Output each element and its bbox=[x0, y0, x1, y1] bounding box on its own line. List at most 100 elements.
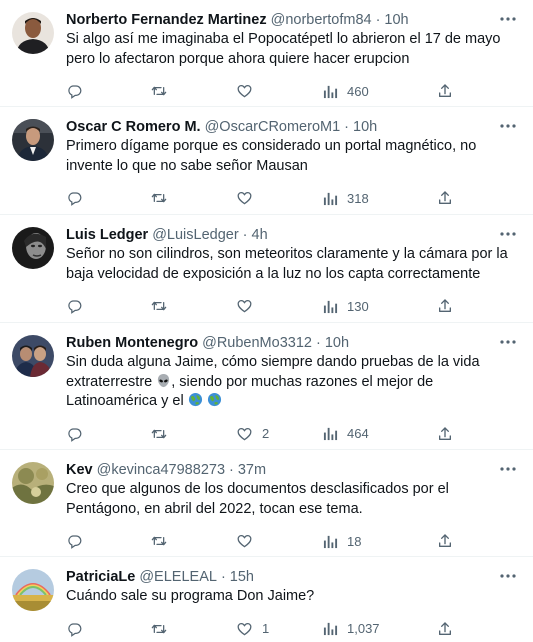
more-icon[interactable] bbox=[497, 458, 519, 480]
more-icon[interactable] bbox=[497, 223, 519, 245]
share-icon bbox=[439, 426, 451, 440]
share-icon bbox=[439, 299, 451, 312]
author-name[interactable]: Oscar C Romero M. bbox=[66, 119, 201, 135]
reply-icon bbox=[68, 427, 82, 442]
views-button[interactable]: 18 bbox=[323, 534, 437, 549]
like-button[interactable]: 2 bbox=[236, 426, 323, 442]
author-handle[interactable]: @norbertofm84 bbox=[271, 12, 372, 28]
author-handle[interactable]: @ELELEAL bbox=[139, 569, 217, 585]
more-icon[interactable] bbox=[497, 331, 519, 353]
views-button[interactable]: 464 bbox=[323, 426, 437, 441]
views-button[interactable]: 130 bbox=[323, 299, 437, 314]
timestamp[interactable]: 15h bbox=[230, 569, 254, 585]
view-count: 460 bbox=[347, 83, 369, 99]
share-button[interactable] bbox=[437, 190, 453, 206]
avatar[interactable] bbox=[12, 227, 54, 269]
like-icon bbox=[237, 622, 252, 635]
views-icon bbox=[323, 622, 338, 636]
retweet-button[interactable] bbox=[150, 621, 236, 637]
tweet[interactable]: Oscar C Romero M. @OscarCRomeroM1 · 10h … bbox=[0, 107, 533, 215]
tweet-text: Sin duda alguna Jaime, cómo siempre dand… bbox=[66, 353, 519, 412]
avatar[interactable] bbox=[12, 462, 54, 504]
reply-button[interactable] bbox=[66, 533, 150, 549]
share-button[interactable] bbox=[437, 533, 453, 549]
more-icon[interactable] bbox=[497, 565, 519, 587]
tweet-actions: 18 bbox=[66, 522, 519, 560]
share-button[interactable] bbox=[437, 83, 453, 99]
timestamp[interactable]: 37m bbox=[238, 462, 266, 478]
retweet-icon bbox=[151, 301, 167, 311]
reply-feed: Norberto Fernandez Martinez @norbertofm8… bbox=[0, 0, 533, 642]
author-name[interactable]: Norberto Fernandez Martinez bbox=[66, 12, 267, 28]
tweet-text-part: Señor no son cilindros, son meteoritos c… bbox=[66, 246, 508, 282]
reply-button[interactable] bbox=[66, 190, 150, 206]
view-count: 1,037 bbox=[347, 621, 380, 636]
avatar[interactable] bbox=[12, 12, 54, 54]
alien-emoji bbox=[158, 373, 170, 387]
like-icon bbox=[237, 85, 252, 98]
reply-button[interactable] bbox=[66, 83, 150, 99]
like-icon bbox=[237, 192, 252, 205]
author-handle[interactable]: @RubenMo3312 bbox=[202, 335, 312, 351]
reply-button[interactable] bbox=[66, 426, 150, 442]
retweet-icon bbox=[151, 193, 167, 203]
separator: · bbox=[242, 227, 248, 243]
share-button[interactable] bbox=[437, 298, 453, 314]
author-name[interactable]: Luis Ledger bbox=[66, 227, 148, 243]
retweet-button[interactable] bbox=[150, 426, 236, 442]
retweet-button[interactable] bbox=[150, 190, 236, 206]
retweet-button[interactable] bbox=[150, 533, 236, 549]
tweet[interactable]: Kev @kevinca47988273 · 37m Creo que algu… bbox=[0, 450, 533, 557]
timestamp[interactable]: 10h bbox=[384, 12, 408, 28]
author-name[interactable]: PatriciaLe bbox=[66, 569, 135, 585]
views-button[interactable]: 1,037 bbox=[323, 621, 437, 636]
tweet[interactable]: PatriciaLe @ELELEAL · 15h Cuándo sale su… bbox=[0, 557, 533, 642]
author-name[interactable]: Kev bbox=[66, 462, 93, 478]
views-icon bbox=[323, 535, 338, 548]
avatar[interactable] bbox=[12, 569, 54, 611]
like-button[interactable] bbox=[236, 83, 323, 99]
share-button[interactable] bbox=[437, 621, 453, 637]
reply-button[interactable] bbox=[66, 621, 150, 637]
tweet-text-part: Primero dígame porque es considerado un … bbox=[66, 138, 477, 174]
like-icon bbox=[237, 300, 252, 313]
reply-button[interactable] bbox=[66, 298, 150, 314]
tweet[interactable]: Norberto Fernandez Martinez @norbertofm8… bbox=[0, 0, 533, 107]
tweet[interactable]: Ruben Montenegro @RubenMo3312 · 10h Sin … bbox=[0, 323, 533, 450]
views-button[interactable]: 460 bbox=[323, 84, 437, 99]
like-count: 2 bbox=[262, 426, 270, 441]
tweet[interactable]: Luis Ledger @LuisLedger · 4h Señor no so… bbox=[0, 215, 533, 323]
share-icon bbox=[439, 84, 451, 97]
share-button[interactable] bbox=[437, 426, 453, 442]
views-button[interactable]: 318 bbox=[323, 191, 437, 206]
timestamp[interactable]: 10h bbox=[325, 335, 349, 351]
author-name[interactable]: Ruben Montenegro bbox=[66, 335, 198, 351]
author-handle[interactable]: @OscarCRomeroM1 bbox=[205, 119, 341, 135]
separator: · bbox=[375, 12, 381, 28]
timestamp[interactable]: 4h bbox=[252, 227, 268, 243]
separator: · bbox=[229, 462, 234, 478]
like-button[interactable] bbox=[236, 533, 323, 549]
tweet-actions: 2 464 bbox=[66, 415, 519, 453]
more-icon[interactable] bbox=[497, 8, 519, 30]
earth-emoji bbox=[207, 392, 221, 407]
author-handle[interactable]: @kevinca47988273 bbox=[97, 462, 225, 478]
avatar[interactable] bbox=[12, 335, 54, 377]
more-icon[interactable] bbox=[497, 115, 519, 137]
tweet-text-part: Si algo así me imaginaba el Popocatépetl… bbox=[66, 31, 501, 67]
like-button[interactable] bbox=[236, 298, 323, 314]
like-button[interactable] bbox=[236, 190, 323, 206]
timestamp[interactable]: 10h bbox=[353, 119, 377, 135]
tweet-text: Cuándo sale su programa Don Jaime? bbox=[66, 587, 519, 607]
like-icon bbox=[237, 427, 252, 440]
retweet-button[interactable] bbox=[150, 83, 236, 99]
share-icon bbox=[439, 621, 451, 635]
retweet-icon bbox=[151, 624, 167, 633]
tweet-text: Creo que algunos de los documentos descl… bbox=[66, 480, 519, 519]
tweet-actions: 130 bbox=[66, 287, 519, 325]
retweet-button[interactable] bbox=[150, 298, 236, 314]
like-button[interactable]: 1 bbox=[236, 621, 323, 637]
retweet-icon bbox=[151, 86, 167, 96]
author-handle[interactable]: @LuisLedger bbox=[152, 227, 238, 243]
avatar[interactable] bbox=[12, 119, 54, 161]
